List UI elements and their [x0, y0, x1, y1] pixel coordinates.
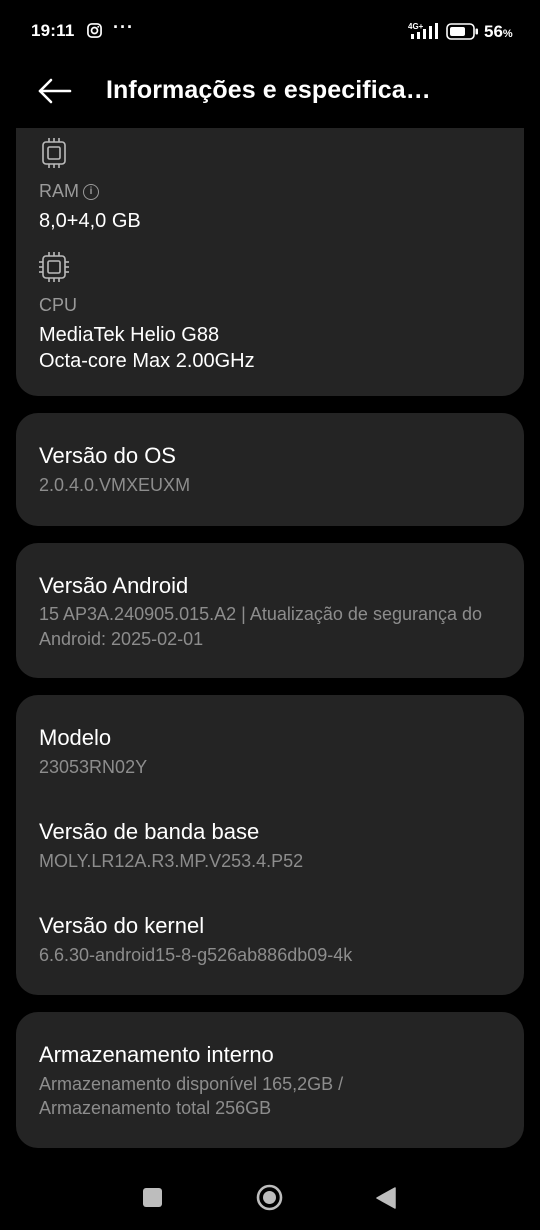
back-arrow-icon[interactable] [34, 74, 76, 108]
battery-percent-unit: % [502, 28, 513, 40]
battery-percent: 56% [484, 22, 513, 42]
baseband-value: MOLY.LR12A.R3.MP.V253.4.P52 [39, 851, 304, 871]
baseband-title[interactable]: Versão de banda base [39, 819, 259, 845]
more-dots-icon: ··· [113, 17, 134, 37]
os-version-value: 2.0.4.0.VMXEUXM [39, 475, 191, 495]
info-icon[interactable]: i [83, 184, 99, 201]
android-version-card[interactable]: Versão Android 15 AP3A.240905.015.A2 | A… [16, 543, 524, 678]
os-version-card[interactable]: Versão do OS 2.0.4.0.VMXEUXM [16, 413, 524, 526]
recents-square-icon[interactable] [143, 1188, 162, 1207]
battery-percent-value: 56 [484, 22, 503, 41]
home-circle-icon[interactable] [256, 1184, 283, 1211]
android-version-value: 15 AP3A.240905.015.A2 | Atualização de s… [39, 604, 483, 649]
model-title[interactable]: Modelo [39, 725, 111, 751]
cpu-label: CPU [39, 295, 78, 315]
kernel-title[interactable]: Versão do kernel [39, 913, 204, 939]
status-time: 19:11 [31, 21, 75, 40]
storage-available: Armazenamento disponível 165,2GB / [39, 1074, 344, 1094]
navigation-bar [0, 1158, 540, 1230]
content-scroll[interactable]: RAM i 8,0+4,0 GB CPU MediaTek Helio G88 O… [0, 128, 540, 1158]
storage-total: Armazenamento total 256GB [39, 1098, 272, 1118]
specs-card: RAM i 8,0+4,0 GB CPU MediaTek Helio G88 O… [16, 128, 524, 396]
storage-card[interactable]: Armazenamento interno Armazenamento disp… [16, 1012, 524, 1148]
status-bar: 19:11 ··· 4G+ 56% [0, 0, 540, 62]
os-version-title: Versão do OS [39, 443, 176, 468]
cpu-value-cores: Octa-core Max 2.00GHz [39, 350, 255, 372]
ram-value: 8,0+4,0 GB [39, 210, 141, 232]
ram-label: RAM [39, 181, 79, 201]
model-value: 23053RN02Y [39, 757, 148, 777]
back-triangle-icon[interactable] [375, 1187, 397, 1209]
page-title: Informações e especifica… [106, 76, 431, 104]
kernel-value: 6.6.30-android15-8-g526ab886db09-4k [39, 945, 353, 965]
instagram-icon [87, 23, 102, 38]
app-header: Informações e especifica… [0, 62, 540, 128]
ram-chip-icon [42, 138, 66, 168]
network-type-label: 4G+ [408, 22, 424, 31]
battery-icon [446, 23, 478, 40]
signal-4g-icon: 4G+ [408, 22, 438, 39]
device-details-card: Modelo 23053RN02Y Versão de banda base M… [16, 695, 524, 995]
cpu-chip-icon [39, 252, 69, 282]
storage-title: Armazenamento interno [39, 1042, 274, 1067]
cpu-value-model: MediaTek Helio G88 [39, 324, 220, 346]
android-version-title: Versão Android [39, 573, 189, 598]
ram-label-row: RAM i [39, 181, 99, 202]
